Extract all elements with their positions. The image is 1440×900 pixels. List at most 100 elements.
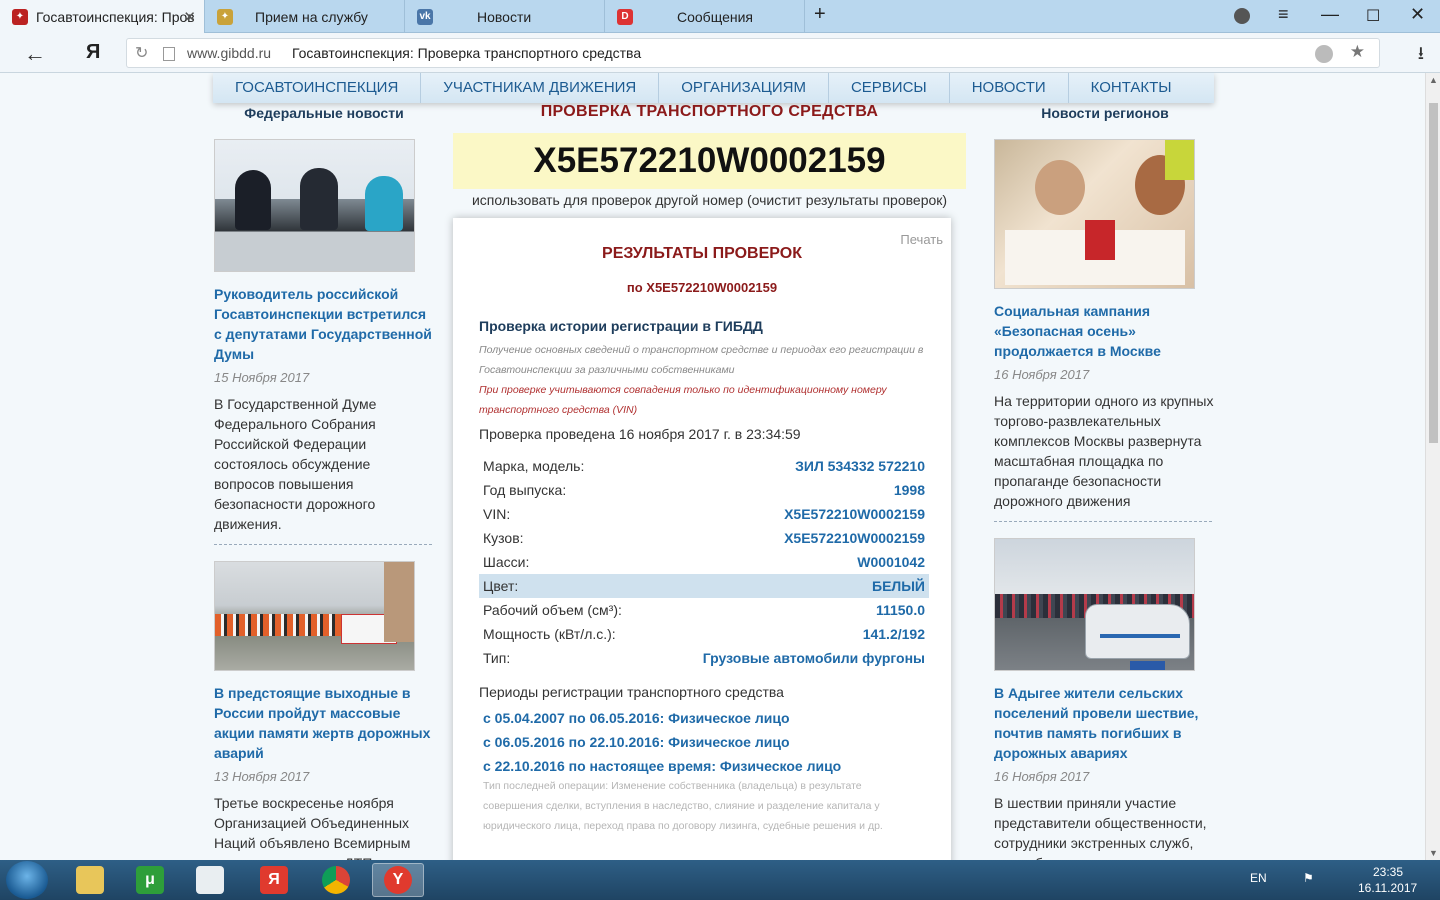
start-button-icon[interactable]: [6, 861, 48, 899]
registration-period: с 05.04.2007 по 06.05.2016: Физическое л…: [483, 710, 790, 726]
tab-news[interactable]: vk Новости: [405, 0, 605, 33]
emblem-favicon-icon: ✦: [217, 8, 233, 25]
federal-news-column: Федеральные новости Руководитель российс…: [214, 103, 434, 860]
url-page-title: Госавтоинспекция: Проверка транспортного…: [292, 45, 642, 61]
spec-value: W0001042: [857, 554, 925, 570]
clock-date[interactable]: 16.11.2017: [1358, 881, 1417, 895]
news-text: В шествии приняли участие представители …: [994, 795, 1207, 860]
tab-gibdd[interactable]: ✦ Госавтоинспекция: Пров ✕: [0, 0, 205, 33]
page-scrollbar[interactable]: ▲ ▼: [1425, 73, 1440, 860]
nav-contacts[interactable]: КОНТАКТЫ: [1069, 73, 1194, 103]
section-warning: При проверке учитываются совпадения толь…: [479, 384, 887, 416]
spec-row-make: Марка, модель: ЗИЛ 534332 572210: [479, 454, 929, 478]
spec-row-power: Мощность (кВт/л.с.): 141.2/192: [479, 622, 929, 646]
yandex-logo[interactable]: Я: [86, 41, 100, 64]
url-field[interactable]: ↻ www.gibdd.ru Госавтоинспекция: Проверк…: [126, 38, 1380, 68]
results-card: Печать РЕЗУЛЬТАТЫ ПРОВЕРОК по X5E572210W…: [453, 218, 951, 860]
page-icon: [163, 47, 175, 61]
tab-label: Сообщения: [677, 8, 753, 25]
protect-icon[interactable]: [1315, 45, 1333, 63]
tab-recruitment[interactable]: ✦ Прием на службу: [205, 0, 405, 33]
news-text: В Государственной Думе Федерального Собр…: [214, 396, 377, 532]
spec-key: Рабочий объем (см³):: [483, 602, 622, 618]
flag-icon[interactable]: ⚑: [1303, 871, 1314, 885]
registration-period: с 06.05.2016 по 22.10.2016: Физическое л…: [483, 734, 790, 750]
nav-news[interactable]: НОВОСТИ: [950, 73, 1069, 103]
close-window-icon[interactable]: ✕: [1410, 4, 1425, 25]
tab-label: Госавтоинспекция: Пров: [36, 8, 195, 25]
taskbar-yandex-browser[interactable]: Y: [372, 863, 424, 897]
tab-label: Прием на службу: [255, 8, 368, 25]
taskbar-utorrent[interactable]: μ: [124, 863, 176, 897]
back-arrow-icon[interactable]: ←: [24, 41, 46, 67]
spec-key: Шасси:: [483, 554, 530, 570]
language-indicator[interactable]: EN: [1250, 871, 1267, 885]
reload-icon[interactable]: ↻: [135, 43, 148, 63]
news-title-link[interactable]: Руководитель российской Госавтоинспекции…: [214, 284, 434, 364]
nav-services[interactable]: СЕРВИСЫ: [829, 73, 950, 103]
spec-row-type: Тип: Грузовые автомобили фургоны: [479, 646, 929, 670]
d-favicon-icon: D: [617, 8, 633, 25]
profile-icon[interactable]: [1234, 8, 1250, 24]
tab-messages[interactable]: D Сообщения: [605, 0, 805, 33]
taskbar-notes[interactable]: [184, 863, 236, 897]
periods-title: Периоды регистрации транспортного средст…: [479, 684, 784, 700]
last-operation-note: Тип последней операции: Изменение собств…: [483, 780, 883, 832]
regional-news-heading: Новости регионов: [1041, 105, 1169, 121]
news-text: Третье воскресенье ноября Организацией О…: [214, 795, 411, 860]
vin-display: X5E572210W0002159: [453, 133, 966, 189]
spec-value: X5E572210W0002159: [784, 530, 925, 546]
news-photo[interactable]: [994, 538, 1195, 671]
url-domain: www.gibdd.ru: [187, 45, 272, 61]
news-photo[interactable]: [214, 561, 415, 671]
spec-key: Год выпуска:: [483, 482, 567, 498]
news-title-link[interactable]: В предстоящие выходные в России пройдут …: [214, 683, 434, 763]
scroll-up-icon[interactable]: ▲: [1429, 75, 1438, 85]
registration-period: с 22.10.2016 по настоящее время: Физичес…: [483, 758, 842, 774]
utorrent-icon: μ: [136, 866, 164, 894]
news-title-link[interactable]: Социальная кампания «Безопасная осень» п…: [994, 301, 1216, 361]
section-title: Проверка истории регистрации в ГИБДД: [479, 318, 763, 334]
spec-key: Цвет:: [483, 578, 519, 594]
main-nav: ГОСАВТОИНСПЕКЦИЯ УЧАСТНИКАМ ДВИЖЕНИЯ ОРГ…: [213, 73, 1214, 103]
vehicle-check-panel: ПРОВЕРКА ТРАНСПОРТНОГО СРЕДСТВА X5E57221…: [453, 103, 966, 209]
regional-news-column: Новости регионов Социальная кампания «Бе…: [994, 103, 1216, 860]
nav-organizations[interactable]: ОРГАНИЗАЦИЯМ: [659, 73, 829, 103]
maximize-icon[interactable]: ☐: [1366, 6, 1380, 26]
scrollbar-thumb[interactable]: [1429, 103, 1438, 443]
spec-value: 1998: [893, 482, 925, 498]
minimize-icon[interactable]: —: [1321, 4, 1339, 25]
use-other-number-link[interactable]: использовать для проверок другой номер (…: [453, 191, 966, 209]
download-icon[interactable]: ⭳: [1418, 41, 1424, 71]
nav-participants[interactable]: УЧАСТНИКАМ ДВИЖЕНИЯ: [421, 73, 660, 103]
spec-row-vin: VIN: X5E572210W0002159: [479, 502, 929, 526]
news-date: 16 Ноября 2017: [994, 367, 1090, 382]
scroll-down-icon[interactable]: ▼: [1429, 848, 1438, 858]
windows-taskbar: μ Я Y EN ⚑ 23:35 16.11.2017: [0, 860, 1440, 900]
taskbar-chrome[interactable]: [310, 863, 362, 897]
spec-row-color: Цвет: БЕЛЫЙ: [479, 574, 929, 598]
web-page: ГОСАВТОИНСПЕКЦИЯ УЧАСТНИКАМ ДВИЖЕНИЯ ОРГ…: [0, 73, 1425, 860]
tab-label: Новости: [477, 8, 532, 25]
taskbar-yandex-app[interactable]: Я: [248, 863, 300, 897]
new-tab-icon[interactable]: +: [814, 3, 826, 26]
spec-key: Тип:: [483, 650, 511, 666]
bookmark-star-icon[interactable]: ★: [1350, 42, 1365, 62]
spec-value: X5E572210W0002159: [784, 506, 925, 522]
clock-time[interactable]: 23:35: [1373, 865, 1403, 879]
taskbar-explorer[interactable]: [64, 863, 116, 897]
spec-key: Мощность (кВт/л.с.):: [483, 626, 616, 642]
close-tab-icon[interactable]: ✕: [183, 8, 196, 26]
yandex-app-icon: Я: [260, 866, 288, 894]
section-description: Получение основных сведений о транспортн…: [479, 344, 924, 376]
news-photo[interactable]: [214, 139, 415, 272]
news-photo[interactable]: [994, 139, 1195, 289]
news-title-link[interactable]: В Адыгее жители сельских поселений прове…: [994, 683, 1216, 763]
menu-icon[interactable]: ≡: [1278, 4, 1289, 25]
address-bar: ← Я ↻ www.gibdd.ru Госавтоинспекция: Про…: [0, 33, 1440, 73]
nav-gibdd[interactable]: ГОСАВТОИНСПЕКЦИЯ: [213, 73, 422, 103]
spec-value: 141.2/192: [862, 626, 925, 642]
spec-row-volume: Рабочий объем (см³): 11150.0: [479, 598, 929, 622]
spec-key: VIN:: [483, 506, 511, 522]
spec-value: 11150.0: [875, 602, 925, 618]
